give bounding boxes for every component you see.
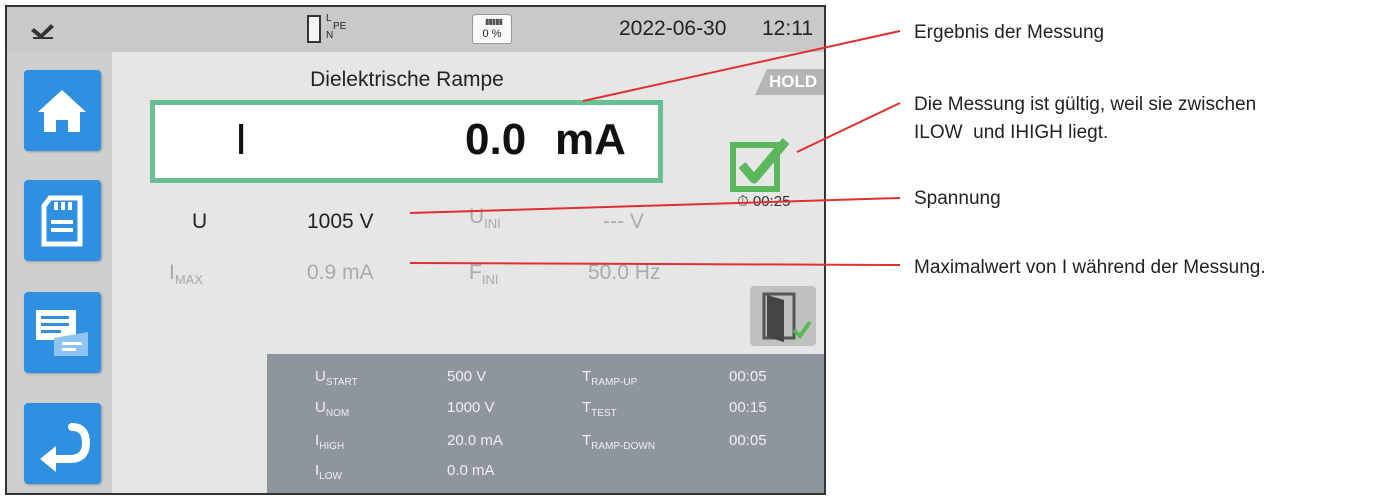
leader-result <box>582 30 901 102</box>
annotation-leaders <box>409 30 901 266</box>
leader-voltage <box>409 197 901 214</box>
annotation-valid-line1: Die Messung ist gültig, weil sie zwische… <box>914 94 1257 115</box>
annotation-result: Ergebnis der Messung <box>914 22 1105 43</box>
leader-max <box>409 262 901 266</box>
annotation-valid-line2: ILOW und IHIGH liegt. <box>914 122 1109 143</box>
annotation-max: Maximalwert von I während der Messung. <box>914 257 1266 278</box>
annotation-voltage: Spannung <box>914 188 1001 209</box>
leader-valid <box>796 102 901 153</box>
